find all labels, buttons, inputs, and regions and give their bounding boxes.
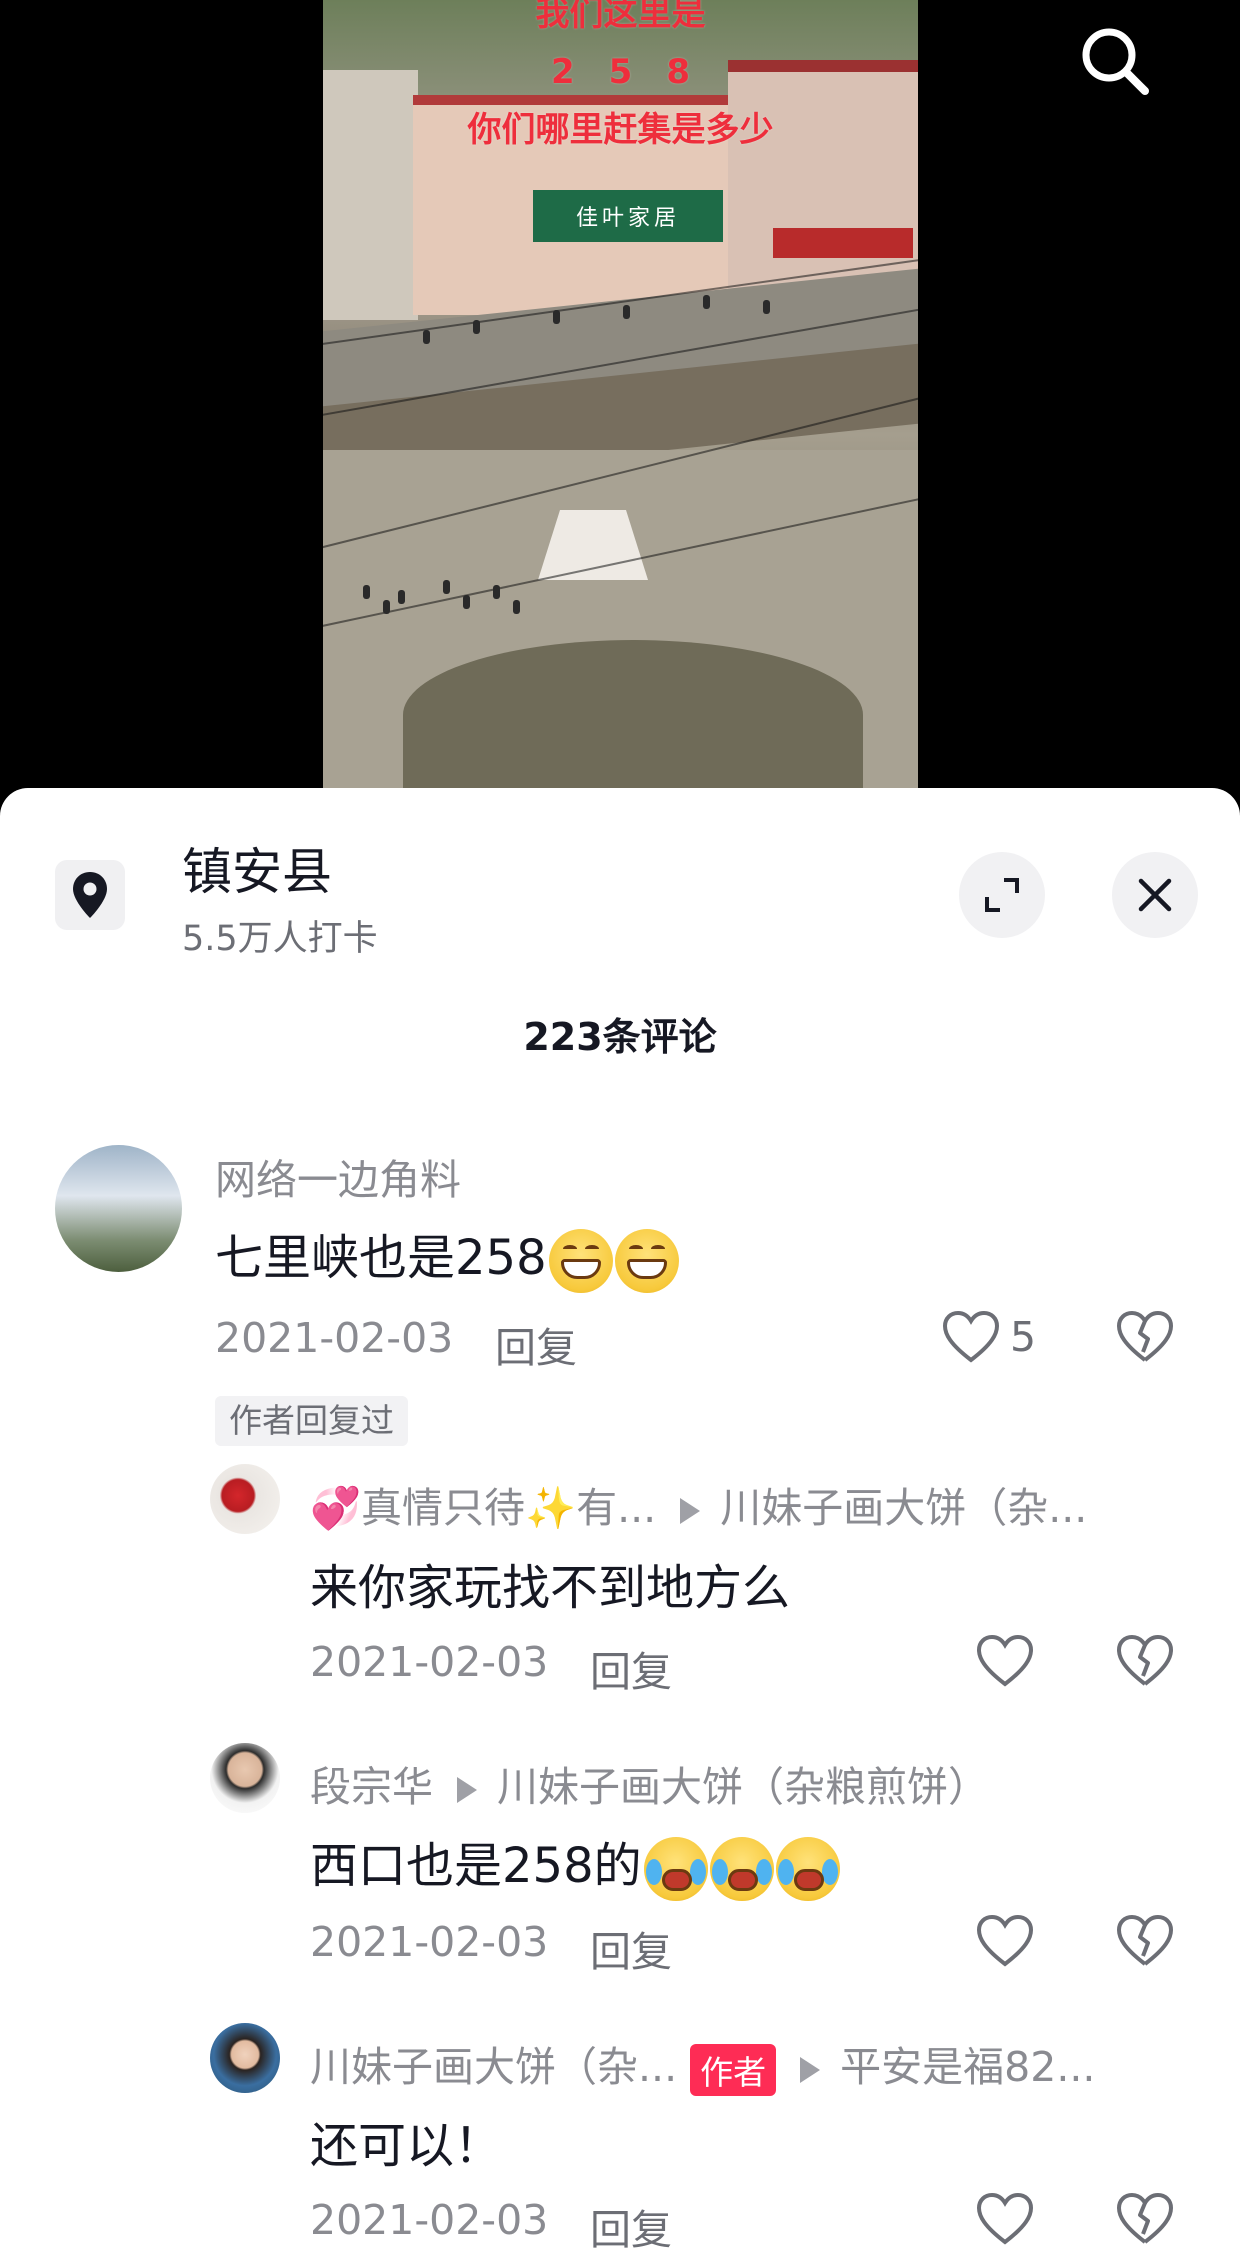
like-button[interactable]	[976, 2192, 1034, 2246]
person	[473, 320, 480, 334]
person	[398, 590, 405, 604]
reply-arrow-icon	[457, 1777, 477, 1803]
reply-date: 2021-02-03	[310, 1918, 549, 1966]
reply-header: 💞真情只待✨有... 川妹子画大饼（杂...	[310, 1474, 1087, 1534]
comment-username[interactable]: 网络一边角料	[215, 1146, 461, 1206]
person	[703, 295, 710, 309]
reply-button[interactable]: 回复	[590, 1918, 672, 1978]
search-button[interactable]	[1070, 16, 1160, 106]
expand-icon	[985, 878, 1019, 912]
close-button[interactable]	[1112, 852, 1198, 938]
dislike-button[interactable]	[1115, 1632, 1175, 1692]
person	[623, 305, 630, 319]
author-badge: 作者	[690, 2044, 777, 2096]
video-caption-line-2: 2 5 8	[551, 52, 690, 92]
like-button[interactable]	[976, 1634, 1034, 1688]
reply-arrow-icon	[800, 2057, 821, 2083]
person	[493, 585, 500, 599]
broken-heart-icon	[1117, 1634, 1174, 1686]
search-icon	[1082, 28, 1149, 95]
grin-emoji-icon	[548, 1229, 613, 1293]
reply-username[interactable]: 段宗华	[310, 1763, 433, 1811]
like-count: 5	[1010, 1313, 1037, 1361]
reply-username[interactable]: 💞真情只待✨有...	[310, 1484, 656, 1532]
reply-to-username[interactable]: 川妹子画大饼（杂粮煎饼）	[497, 1763, 989, 1811]
reply-button[interactable]: 回复	[590, 2196, 672, 2251]
broken-heart-icon	[1117, 1310, 1174, 1362]
comment-count-title: 223条评论	[523, 1015, 717, 1059]
reply-date: 2021-02-03	[310, 2196, 549, 2244]
person	[463, 595, 470, 609]
avatar[interactable]	[210, 1464, 280, 1534]
location-icon-box	[55, 860, 125, 930]
person	[383, 600, 390, 614]
video-caption-line-3: 你们哪里赶集是多少	[467, 110, 774, 150]
dislike-button[interactable]	[1115, 1308, 1175, 1368]
location-header[interactable]: 镇安县 5.5万人打卡	[0, 788, 1240, 968]
location-name: 镇安县	[182, 843, 332, 901]
close-icon	[1138, 878, 1172, 912]
person	[423, 330, 430, 344]
like-button[interactable]	[976, 1914, 1034, 1968]
reply-text: 来你家玩找不到地方么	[310, 1560, 791, 1616]
avatar[interactable]	[55, 1145, 182, 1272]
reply-to-username[interactable]: 平安是福82...	[840, 2043, 1095, 2091]
person	[513, 600, 520, 614]
person	[763, 300, 770, 314]
reply-username[interactable]: 川妹子画大饼（杂...	[310, 2043, 677, 2091]
comment-text-body: 七里峡也是258	[215, 1230, 547, 1286]
reply-text: 西口也是258的	[310, 1826, 840, 1901]
heart-icon	[976, 2192, 1034, 2245]
stream	[403, 640, 863, 790]
reply-text: 还可以！	[310, 2118, 503, 2174]
video-frame[interactable]: 佳叶家居 我们这里是 2 5 8 你们哪里赶集是多少	[323, 0, 918, 790]
avatar[interactable]	[210, 1743, 280, 1813]
reply-text-body: 西口也是258的	[310, 1838, 642, 1894]
person	[363, 585, 370, 599]
person	[553, 310, 560, 324]
shop-sign: 佳叶家居	[533, 190, 723, 242]
like-button[interactable]: 5	[942, 1310, 1036, 1364]
comment-date: 2021-02-03	[215, 1314, 454, 1362]
author-replied-tag: 作者回复过	[215, 1396, 408, 1446]
comment-sheet: 镇安县 5.5万人打卡 223条评论 网络一边角料 七里峡也是258 2021-…	[0, 788, 1240, 2251]
expand-button[interactable]	[959, 852, 1045, 938]
laugh-cry-emoji-icon	[775, 1837, 840, 1901]
shop-sign-red	[773, 228, 913, 258]
reply-to-username[interactable]: 川妹子画大饼（杂...	[720, 1484, 1087, 1532]
location-checkins: 5.5万人打卡	[182, 919, 378, 959]
person	[443, 580, 450, 594]
dislike-button[interactable]	[1115, 2190, 1175, 2250]
avatar[interactable]	[210, 2023, 280, 2093]
reply-header: 段宗华 川妹子画大饼（杂粮煎饼）	[310, 1753, 989, 1813]
heart-icon	[976, 1914, 1034, 1967]
laugh-cry-emoji-icon	[643, 1837, 708, 1901]
broken-heart-icon	[1117, 2192, 1174, 2244]
map-pin-icon	[73, 872, 107, 918]
laugh-cry-emoji-icon	[709, 1837, 774, 1901]
video-caption-line-1: 我们这里是	[535, 0, 706, 34]
reply-header: 川妹子画大饼（杂... 作者 平安是福82...	[310, 2033, 1095, 2096]
video-player[interactable]: 佳叶家居 我们这里是 2 5 8 你们哪里赶集是多少	[0, 0, 1240, 800]
broken-heart-icon	[1117, 1914, 1174, 1966]
heart-icon	[942, 1310, 1000, 1363]
reply-button[interactable]: 回复	[495, 1314, 577, 1374]
reply-date: 2021-02-03	[310, 1638, 549, 1686]
grin-emoji-icon	[614, 1229, 679, 1293]
reply-arrow-icon	[680, 1498, 701, 1524]
dislike-button[interactable]	[1115, 1912, 1175, 1972]
heart-icon	[976, 1634, 1034, 1687]
comment-text: 七里峡也是258	[215, 1218, 679, 1293]
reply-button[interactable]: 回复	[590, 1638, 672, 1698]
